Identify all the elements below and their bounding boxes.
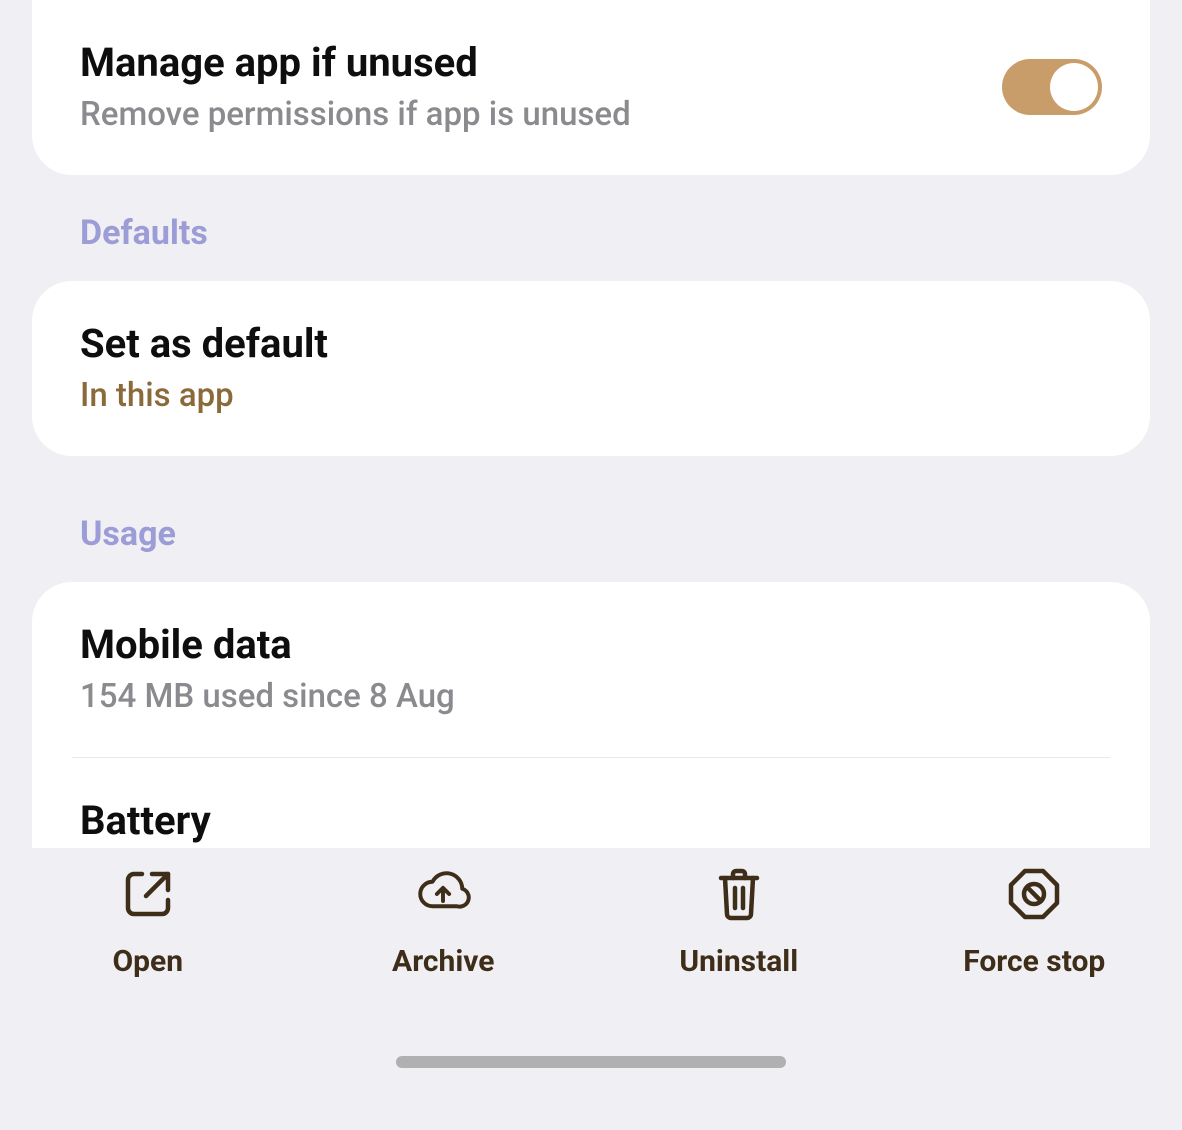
force-stop-label: Force stop: [963, 944, 1105, 979]
archive-label: Archive: [392, 944, 494, 979]
row-manage-app-unused[interactable]: Manage app if unused Remove permissions …: [32, 0, 1150, 175]
uninstall-button[interactable]: Uninstall: [591, 866, 887, 979]
uninstall-label: Uninstall: [679, 944, 798, 979]
open-button[interactable]: Open: [0, 866, 296, 979]
action-row: Open Archive U: [0, 848, 1182, 1056]
manage-app-title: Manage app if unused: [80, 38, 1002, 88]
mobile-data-subtitle: 154 MB used since 8 Aug: [80, 676, 1102, 719]
toggle-knob: [1050, 63, 1098, 111]
stop-icon: [1006, 866, 1062, 922]
open-icon: [120, 866, 176, 922]
manage-app-subtitle: Remove permissions if app is unused: [80, 94, 1002, 137]
trash-icon: [711, 866, 767, 922]
set-as-default-subtitle: In this app: [80, 375, 1102, 418]
row-text: Mobile data 154 MB used since 8 Aug: [80, 620, 1102, 719]
section-label-defaults: Defaults: [32, 195, 1150, 281]
manage-app-toggle[interactable]: [1002, 59, 1102, 115]
home-indicator[interactable]: [396, 1056, 786, 1068]
row-mobile-data[interactable]: Mobile data 154 MB used since 8 Aug: [32, 582, 1150, 757]
archive-button[interactable]: Archive: [296, 866, 592, 979]
row-text: Set as default In this app: [80, 319, 1102, 418]
open-label: Open: [112, 944, 183, 979]
set-as-default-title: Set as default: [80, 319, 1102, 369]
force-stop-button[interactable]: Force stop: [887, 866, 1182, 979]
bottom-action-bar: Open Archive U: [0, 848, 1182, 1130]
row-text: Manage app if unused Remove permissions …: [80, 38, 1002, 137]
mobile-data-title: Mobile data: [80, 620, 1102, 670]
card-defaults: Set as default In this app: [32, 281, 1150, 456]
row-set-as-default[interactable]: Set as default In this app: [32, 281, 1150, 456]
battery-title: Battery: [80, 796, 1102, 846]
section-label-usage: Usage: [32, 496, 1150, 582]
cloud-upload-icon: [415, 866, 471, 922]
card-manage-app: Manage app if unused Remove permissions …: [32, 0, 1150, 175]
